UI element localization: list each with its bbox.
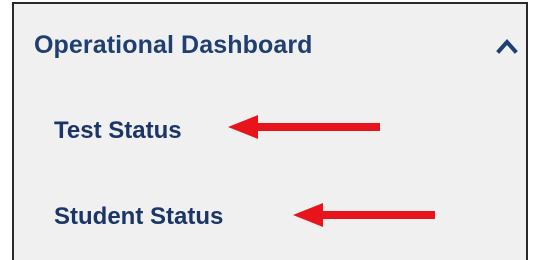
chevron-up-icon[interactable] [496, 38, 518, 54]
nav-item-test-status[interactable]: Test Status [54, 117, 182, 145]
screenshot-frame: Operational Dashboard Test Status Studen… [0, 0, 533, 260]
red-arrow-left-icon [228, 115, 380, 139]
section-title: Operational Dashboard [34, 31, 313, 59]
nav-item-student-status[interactable]: Student Status [54, 203, 223, 231]
operational-dashboard-header[interactable]: Operational Dashboard [14, 4, 526, 90]
red-arrow-left-icon [293, 203, 435, 227]
